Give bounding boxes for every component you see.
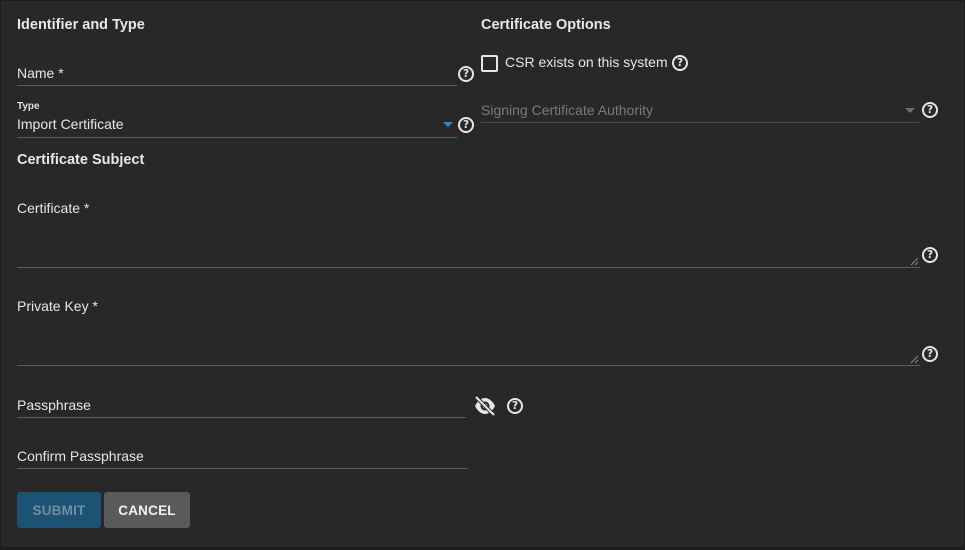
signing-ca-select[interactable]: Signing Certificate Authority [481, 97, 919, 124]
private-key-help-icon[interactable]: ? [922, 346, 938, 362]
name-field[interactable]: Name * [17, 61, 457, 87]
csr-exists-checkbox[interactable] [481, 55, 498, 72]
private-key-resize-handle-icon[interactable] [910, 355, 919, 364]
name-label: Name * [17, 65, 64, 81]
type-chevron-down-icon [443, 122, 453, 127]
confirm-passphrase-label: Confirm Passphrase [17, 448, 144, 464]
csr-exists-label[interactable]: CSR exists on this system [505, 54, 668, 70]
name-help-icon[interactable]: ? [458, 66, 474, 82]
eye-off-icon[interactable] [473, 395, 497, 417]
certificate-help-icon[interactable]: ? [922, 247, 938, 263]
private-key-textarea[interactable]: Private Key * [17, 295, 920, 367]
certificate-textarea[interactable]: Certificate * [17, 197, 920, 269]
certificate-form: Identifier and Type Name * ? Type Import… [0, 0, 965, 548]
csr-help-icon[interactable]: ? [672, 55, 688, 71]
signing-ca-chevron-down-icon [905, 108, 915, 113]
submit-button[interactable]: SUBMIT [17, 492, 101, 528]
private-key-label: Private Key * [17, 298, 98, 314]
signing-ca-placeholder: Signing Certificate Authority [481, 102, 653, 118]
section-heading-identifier-type: Identifier and Type [17, 17, 145, 33]
section-heading-certificate-subject: Certificate Subject [17, 152, 145, 168]
passphrase-underline [17, 417, 466, 418]
private-key-underline [17, 365, 920, 366]
signing-ca-underline [481, 122, 919, 123]
cancel-button[interactable]: CANCEL [104, 492, 190, 528]
type-value: Import Certificate [17, 116, 124, 132]
passphrase-field[interactable]: Passphrase [17, 393, 466, 419]
type-select[interactable]: Type Import Certificate [17, 99, 457, 139]
name-underline [17, 85, 457, 86]
passphrase-help-icon[interactable]: ? [507, 398, 523, 414]
certificate-resize-handle-icon[interactable] [910, 257, 919, 266]
passphrase-label: Passphrase [17, 397, 91, 413]
section-heading-certificate-options: Certificate Options [481, 17, 611, 33]
type-underline [17, 137, 457, 138]
signing-ca-help-icon[interactable]: ? [922, 102, 938, 118]
confirm-passphrase-underline [17, 468, 468, 469]
confirm-passphrase-field[interactable]: Confirm Passphrase [17, 444, 468, 470]
certificate-underline [17, 267, 920, 268]
certificate-label: Certificate * [17, 200, 90, 216]
type-label: Type [17, 101, 40, 112]
type-help-icon[interactable]: ? [458, 117, 474, 133]
